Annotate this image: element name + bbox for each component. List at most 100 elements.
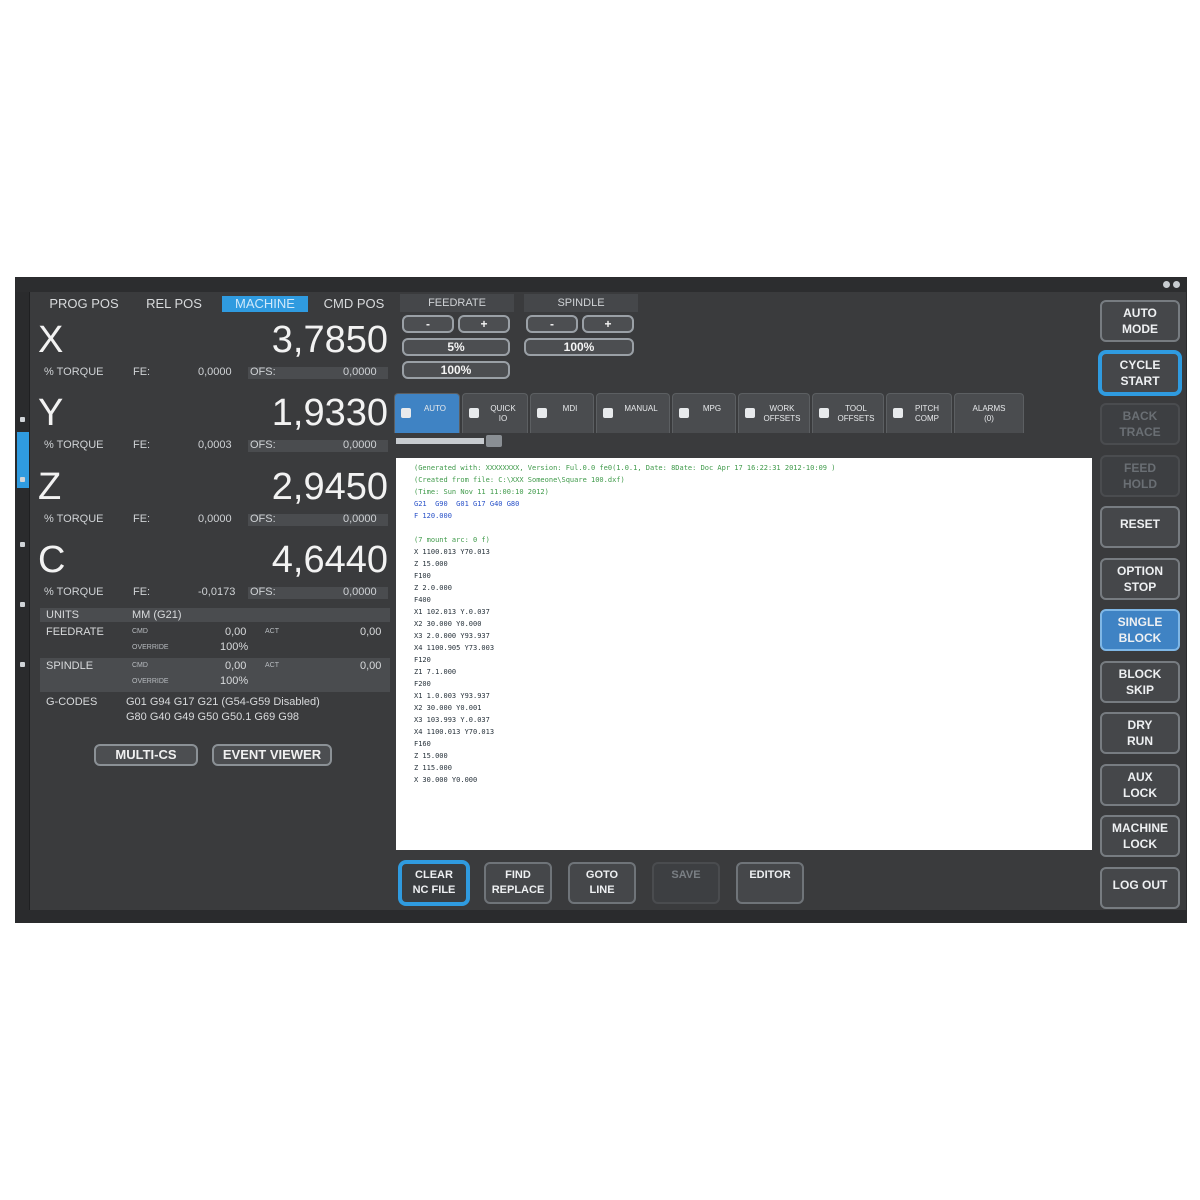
feed-hold-button[interactable]: FEED HOLD	[1100, 454, 1180, 497]
feed-override-value: 100%	[220, 641, 249, 653]
editor-button[interactable]: EDITOR	[736, 862, 804, 904]
axis-sub-row: % TORQUE FE: 0,0003 OFS: 0,0000	[38, 439, 388, 453]
axis-sub-row: % TORQUE FE: -0,0173 OFS: 0,0000	[38, 586, 388, 600]
feedrate-label: FEEDRATE	[46, 626, 104, 638]
code-line: (Time: Sun Nov 11 11:00:10 2012)	[414, 488, 549, 496]
feedrate-plus-button[interactable]: +	[458, 315, 510, 333]
vtab-6[interactable]	[17, 612, 29, 668]
tab-label: MANUAL	[624, 404, 658, 413]
goto-line-button[interactable]: GOTO LINE	[568, 862, 636, 904]
tab-work-offsets[interactable]: WORK OFFSETS	[738, 393, 810, 433]
axis-letter: X	[38, 319, 64, 361]
feedrate-override-label: FEEDRATE	[400, 294, 514, 312]
code-line: X1 102.013 Y.0.037	[414, 608, 490, 616]
mdi-icon	[537, 408, 547, 418]
tab-tool-offsets[interactable]: TOOL OFFSETS	[812, 393, 884, 433]
units-value: MM (G21)	[132, 609, 182, 621]
clear-nc-file-button[interactable]: CLEAR NC FILE	[400, 862, 468, 904]
fe-label: FE:	[133, 586, 151, 598]
spindle-value-button[interactable]: 100%	[524, 338, 634, 356]
feed-cmd-value: 0,00	[225, 626, 247, 638]
code-line: Z 2.0.000	[414, 584, 452, 592]
tab-rel-pos[interactable]: REL POS	[139, 296, 209, 312]
vtab-5[interactable]	[17, 552, 29, 608]
feedrate-value-button[interactable]: 5%	[402, 338, 510, 356]
tab-prog-pos[interactable]: PROG POS	[44, 296, 124, 312]
auto-mode-button[interactable]: AUTO MODE	[1100, 300, 1180, 342]
axis-letter: Y	[38, 392, 64, 434]
machine-lock-button[interactable]: MACHINE LOCK	[1100, 815, 1180, 857]
feed-act-label: ACT	[265, 628, 279, 635]
axis-sub-row: % TORQUE FE: 0,0000 OFS: 0,0000	[38, 513, 388, 527]
code-line: X 1100.013 Y70.013	[414, 548, 490, 556]
log-out-button[interactable]: LOG OUT	[1100, 866, 1180, 909]
axis-letter: C	[38, 539, 66, 581]
spindle-minus-button[interactable]: -	[526, 315, 578, 333]
tab-mdi[interactable]: MDI	[530, 393, 594, 433]
feed-cmd-label: CMD	[132, 628, 148, 635]
aux-lock-button[interactable]: AUX LOCK	[1100, 763, 1180, 806]
find-replace-button[interactable]: FIND REPLACE	[484, 862, 552, 904]
strip-dot-icon	[20, 542, 25, 547]
code-line: F100	[414, 572, 431, 580]
vtab-2[interactable]	[17, 362, 29, 418]
code-line: X3 2.0.000 Y93.937	[414, 632, 490, 640]
tab-auto[interactable]: AUTO	[394, 393, 460, 433]
tab-mpg[interactable]: MPG	[672, 393, 736, 433]
ofs-value: 0,0000	[343, 513, 377, 525]
feed-override-label: OVERRIDE	[132, 644, 169, 651]
single-block-button[interactable]: SINGLE BLOCK	[1100, 609, 1180, 651]
tab-manual[interactable]: MANUAL	[596, 393, 670, 433]
save-button[interactable]: SAVE	[652, 862, 720, 904]
gcodes-label: G-CODES	[46, 696, 98, 708]
code-line: X4 1100.905 Y73.003	[414, 644, 495, 652]
vtab-4[interactable]	[17, 492, 29, 548]
nc-program-editor[interactable]: (Generated with: XXXXXXXX, Version: Ful.…	[396, 458, 1092, 850]
dry-run-button[interactable]: DRY RUN	[1100, 712, 1180, 754]
axis-z: Z 2,9450 % TORQUE FE: 0,0000 OFS: 0,0000	[38, 463, 388, 535]
spindle-override-label: SPINDLE	[524, 294, 638, 312]
close-icon[interactable]	[1173, 281, 1180, 288]
axis-x: X 3,7850 % TORQUE FE: 0,0000 OFS: 0,0000	[38, 316, 388, 388]
code-line: Z1 7.1.000	[414, 668, 457, 676]
gcodes-line1: G01 G94 G17 G21 (G54-G59 Disabled)	[126, 696, 320, 708]
quick-io-icon	[469, 408, 479, 418]
work-offsets-icon	[745, 408, 755, 418]
spindle-plus-button[interactable]: +	[582, 315, 634, 333]
multi-cs-button[interactable]: MULTI-CS	[94, 744, 198, 766]
tab-label: TOOL OFFSETS	[837, 404, 875, 423]
block-skip-button[interactable]: BLOCK SKIP	[1100, 660, 1180, 703]
strip-dot-icon	[20, 417, 25, 422]
spindle-act-value: 0,00	[360, 660, 382, 672]
spindle-row: SPINDLE CMD 0,00 ACT 0,00 OVERRIDE 100%	[40, 658, 390, 692]
tab-machine[interactable]: MACHINE	[222, 296, 308, 312]
axis-value: 3,7850	[271, 319, 388, 361]
reset-button[interactable]: RESET	[1100, 506, 1180, 548]
tab-cmd-pos[interactable]: CMD POS	[314, 296, 394, 312]
spindle-override-label: OVERRIDE	[132, 678, 169, 685]
auto-icon	[401, 408, 411, 418]
file-close-icon[interactable]	[486, 435, 502, 447]
code-line: F 120.000	[414, 512, 452, 520]
tab-label: MDI	[562, 404, 578, 413]
minimize-icon[interactable]	[1163, 281, 1170, 288]
tab-quick-io[interactable]: QUICK IO	[462, 393, 528, 433]
tool-offsets-icon	[819, 408, 829, 418]
torque-label: % TORQUE	[44, 513, 104, 525]
strip-dot-icon	[20, 477, 25, 482]
tab-pitch-comp[interactable]: PITCH COMP	[886, 393, 952, 433]
ofs-value: 0,0000	[343, 366, 377, 378]
option-stop-button[interactable]: OPTION STOP	[1100, 557, 1180, 600]
event-viewer-button[interactable]: EVENT VIEWER	[212, 744, 332, 766]
title-bar	[16, 278, 1186, 292]
vtab-1[interactable]	[17, 302, 29, 358]
code-line: Z 15.000	[414, 752, 448, 760]
back-trace-button[interactable]: BACK TRACE	[1100, 403, 1180, 445]
feedrate-minus-button[interactable]: -	[402, 315, 454, 333]
cycle-start-button[interactable]: CYCLE START	[1100, 351, 1180, 394]
tab-alarms-0[interactable]: ALARMS (0)	[954, 393, 1024, 433]
axis-value: 1,9330	[271, 392, 388, 434]
code-line: Z 115.000	[414, 764, 452, 772]
feedrate-reset-button[interactable]: 100%	[402, 361, 510, 379]
